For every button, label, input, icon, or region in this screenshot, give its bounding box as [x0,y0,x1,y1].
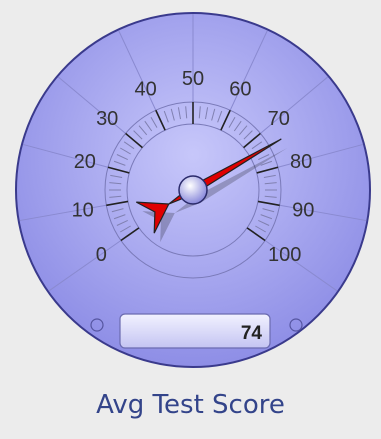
tick-label-40: 40 [135,78,157,100]
tick-label-80: 80 [290,151,312,173]
tick-label-90: 90 [292,199,314,221]
tick-label-10: 10 [72,199,94,221]
needle-hub [178,175,208,205]
tick-label-100: 100 [268,244,301,266]
tick-label-60: 60 [229,78,251,100]
gauge-dial-svg: 010203040 50 60708090100 74 [15,12,371,368]
tick-label-0: 0 [96,244,107,266]
tick-label-70: 70 [268,108,290,130]
gauge-chart: 0 10 20 30 40 50 60 70 80 90 100 74 Avg Test Score [0,0,381,439]
tick-label-30: 30 [96,108,118,130]
tick-label-20: 20 [74,151,96,173]
value-readout: 74 [241,323,263,344]
chart-title: Avg Test Score [96,390,285,420]
tick-label-50: 50 [182,68,204,90]
